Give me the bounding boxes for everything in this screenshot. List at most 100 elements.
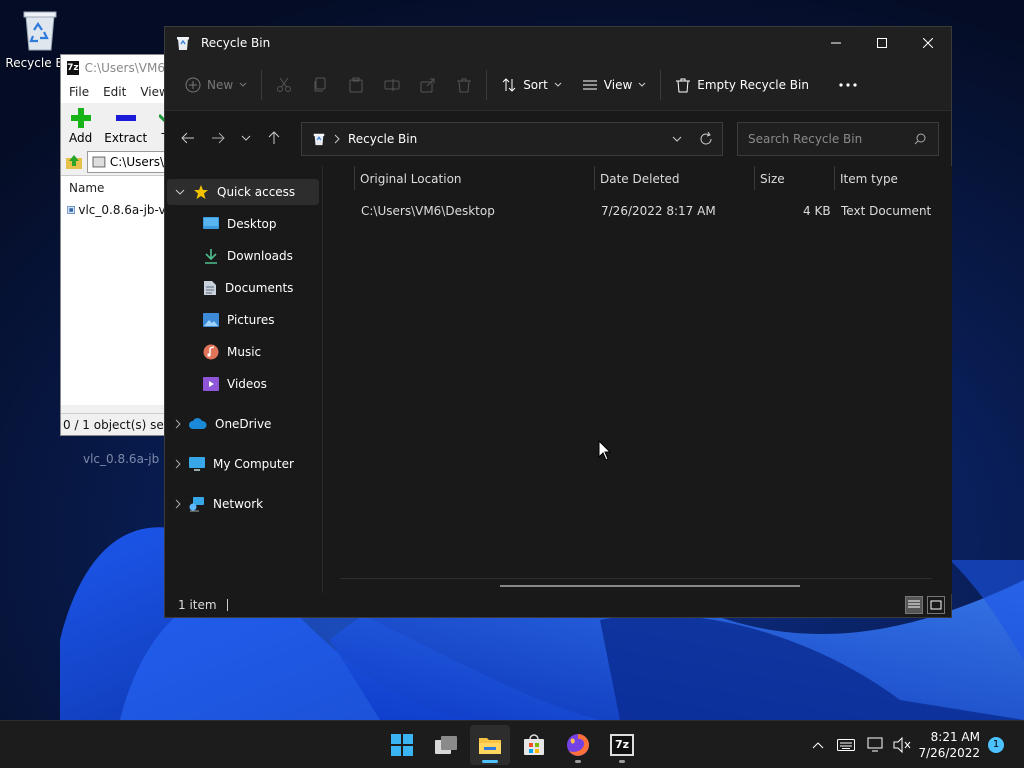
column-header-name[interactable]: Name [61, 176, 169, 200]
maximize-icon [877, 38, 887, 48]
7zip-toolbar: Add Extract T [61, 103, 169, 149]
nav-label: Downloads [227, 249, 293, 263]
task-view-icon [435, 736, 457, 754]
extract-button[interactable]: Extract [104, 107, 147, 145]
plus-icon [70, 108, 91, 128]
clock[interactable]: 8:21 AM 7/26/2022 [918, 729, 980, 761]
up-folder-icon[interactable] [65, 153, 83, 171]
address-bar[interactable]: Recycle Bin [301, 122, 723, 156]
paste-button[interactable] [338, 68, 374, 102]
trash-icon [457, 78, 472, 92]
chevron-down-icon[interactable] [672, 132, 682, 146]
empty-recycle-bin-button[interactable]: Empty Recycle Bin [665, 68, 819, 102]
7zip-titlebar[interactable]: 7z C:\Users\VM6\ [61, 55, 169, 81]
details-view-icon [908, 600, 920, 608]
chevron-right-icon [175, 499, 181, 509]
store-button[interactable] [514, 725, 554, 765]
nav-item-pictures[interactable]: Pictures [203, 307, 351, 333]
network-status-button[interactable] [862, 737, 890, 753]
nav-item-videos[interactable]: Videos [203, 371, 267, 397]
cut-button[interactable] [266, 68, 302, 102]
tiles-view-button[interactable] [927, 596, 945, 614]
nav-item-my-computer[interactable]: My Computer [175, 451, 294, 477]
explorer-window[interactable]: Recycle Bin New Sort View Empty Recycle … [164, 26, 952, 618]
show-hidden-icons-button[interactable] [806, 741, 830, 749]
forward-button[interactable] [203, 123, 233, 153]
menu-file[interactable]: File [69, 85, 89, 99]
back-button[interactable] [173, 123, 203, 153]
recent-locations-button[interactable] [233, 123, 259, 153]
archive-file-icon [67, 206, 76, 214]
divider [261, 69, 263, 100]
copy-button[interactable] [302, 68, 338, 102]
column-header-size[interactable]: Size [754, 166, 785, 192]
extract-label: Extract [104, 131, 148, 145]
list-item[interactable]: vlc_0.8.6a-jb-vi [61, 200, 169, 220]
column-header-item-type[interactable]: Item type [834, 166, 898, 192]
search-placeholder: Search Recycle Bin [748, 132, 863, 146]
close-button[interactable] [905, 27, 951, 59]
search-icon [914, 133, 926, 145]
7zip-icon: 7z [610, 734, 634, 756]
horizontal-scroll-track[interactable] [340, 578, 932, 579]
divider [660, 69, 662, 100]
active-indicator [482, 760, 498, 763]
delete-button[interactable] [446, 68, 482, 102]
7zip-taskbar-button[interactable]: 7z [602, 725, 642, 765]
menu-edit[interactable]: Edit [103, 85, 126, 99]
view-toggle [905, 596, 945, 614]
nav-item-downloads[interactable]: Downloads [203, 243, 360, 269]
trash-icon [676, 78, 691, 92]
nav-label: OneDrive [215, 417, 272, 431]
folder-icon [479, 738, 501, 754]
horizontal-scrollbar-thumb[interactable] [500, 585, 800, 587]
nav-item-onedrive[interactable]: OneDrive [175, 411, 271, 437]
arrow-left-icon [181, 132, 194, 144]
nav-item-documents[interactable]: Documents [203, 275, 356, 301]
nav-item-music[interactable]: Music [203, 339, 261, 365]
nav-item-quick-access[interactable]: Quick access [167, 179, 319, 205]
task-view-button[interactable] [426, 725, 466, 765]
maximize-button[interactable] [859, 27, 905, 59]
cell-item-type: Text Document [841, 204, 932, 218]
7zip-window[interactable]: 7z C:\Users\VM6\ File Edit View Add Extr… [60, 54, 170, 436]
tiles-view-icon [930, 600, 942, 610]
picture-icon [203, 313, 219, 327]
chevron-up-icon [812, 742, 824, 749]
minimize-button[interactable] [813, 27, 859, 59]
nav-item-network[interactable]: Network [175, 491, 263, 517]
view-button[interactable]: View [572, 68, 656, 102]
desktop-ghost-label: vlc_0.8.6a-jb [83, 452, 160, 466]
details-view-button[interactable] [905, 596, 923, 614]
start-button[interactable] [382, 725, 422, 765]
status-bar: 1 item [165, 593, 951, 617]
notification-badge[interactable]: 1 [988, 737, 1004, 753]
refresh-icon[interactable] [698, 131, 714, 147]
breadcrumb-recycle-bin[interactable]: Recycle Bin [348, 132, 417, 146]
column-header-original-location[interactable]: Original Location [354, 166, 462, 192]
keyboard-button[interactable] [830, 739, 862, 751]
explorer-titlebar[interactable]: Recycle Bin [165, 27, 951, 59]
sort-label: Sort [523, 77, 548, 92]
new-button[interactable]: New [175, 68, 257, 102]
download-icon [205, 249, 217, 264]
more-options-button[interactable] [829, 68, 867, 102]
file-explorer-taskbar-button[interactable] [470, 725, 510, 765]
column-header-date-deleted[interactable]: Date Deleted [594, 166, 680, 192]
nav-item-desktop[interactable]: Desktop [203, 211, 354, 237]
more-icon [839, 82, 857, 87]
music-icon [203, 344, 219, 360]
share-button[interactable] [410, 68, 446, 102]
video-icon [203, 377, 219, 391]
rename-button[interactable] [374, 68, 410, 102]
arrow-right-icon [212, 132, 225, 144]
search-input[interactable]: Search Recycle Bin [737, 122, 939, 156]
volume-button[interactable] [890, 737, 914, 753]
sort-button[interactable]: Sort [491, 68, 572, 102]
nav-label: Videos [227, 377, 267, 391]
firefox-button[interactable] [558, 725, 598, 765]
sort-icon [502, 77, 516, 92]
up-button[interactable] [259, 123, 289, 153]
7zip-path-field[interactable]: C:\Users\ [87, 151, 165, 173]
add-button[interactable]: Add [69, 107, 92, 145]
